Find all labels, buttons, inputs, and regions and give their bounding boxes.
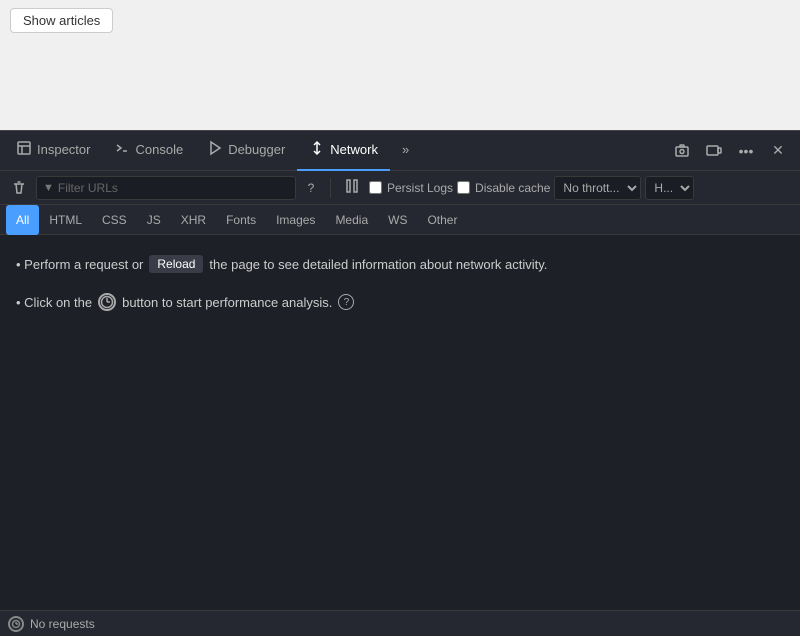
more-options-button[interactable]: ••• (732, 137, 760, 165)
filter-tab-images-label: Images (276, 213, 315, 227)
disable-cache-checkbox[interactable] (457, 181, 470, 194)
reload-button[interactable]: Reload (149, 255, 203, 273)
info-line-2-prefix: • Click on the (16, 295, 92, 310)
status-text: No requests (30, 617, 95, 631)
tab-debugger[interactable]: Debugger (195, 131, 297, 171)
close-icon: ✕ (772, 142, 784, 159)
responsive-button[interactable] (700, 137, 728, 165)
tab-more[interactable]: » (390, 131, 421, 171)
pause-recording-button[interactable] (339, 177, 365, 198)
info-line-1-suffix: the page to see detailed information abo… (209, 257, 547, 272)
tab-console[interactable]: Console (102, 131, 195, 171)
filter-tab-images[interactable]: Images (266, 205, 325, 235)
disable-cache-text: Disable cache (475, 181, 550, 195)
filter-tab-ws-label: WS (388, 213, 407, 227)
persist-logs-text: Persist Logs (387, 181, 453, 195)
network-main-content: • Perform a request or Reload the page t… (0, 235, 800, 610)
info-line-1-prefix: • Perform a request or (16, 257, 143, 272)
filter-tab-fonts-label: Fonts (226, 213, 256, 227)
network-toolbar: ▼ ? Persist Logs Disable cache No thrott… (0, 171, 800, 205)
devtools-panel: Inspector Console Deb (0, 130, 800, 636)
tab-inspector-label: Inspector (37, 142, 90, 157)
devtools-tab-bar: Inspector Console Deb (0, 131, 800, 171)
filter-url-input[interactable] (58, 181, 289, 195)
inspector-icon (16, 140, 32, 159)
show-articles-button[interactable]: Show articles (10, 8, 113, 33)
filter-help-button[interactable]: ? (300, 177, 322, 199)
status-icon (8, 616, 24, 632)
filter-tab-media-label: Media (335, 213, 368, 227)
close-devtools-button[interactable]: ✕ (764, 137, 792, 165)
tab-network-label: Network (330, 142, 378, 157)
info-line-2: • Click on the button to start performan… (16, 293, 784, 311)
filter-tab-css[interactable]: CSS (92, 205, 137, 235)
tab-console-label: Console (135, 142, 183, 157)
info-line-2-suffix: button to start performance analysis. (122, 295, 332, 310)
performance-help-icon[interactable]: ? (338, 294, 354, 310)
persist-logs-label[interactable]: Persist Logs (369, 181, 453, 195)
info-line-1: • Perform a request or Reload the page t… (16, 255, 784, 273)
ellipsis-icon: ••• (739, 143, 754, 159)
filter-tab-xhr[interactable]: XHR (171, 205, 216, 235)
debugger-icon (207, 140, 223, 159)
filter-tab-fonts[interactable]: Fonts (216, 205, 266, 235)
network-icon (309, 140, 325, 159)
filter-tab-all[interactable]: All (6, 205, 39, 235)
filter-tab-html[interactable]: HTML (39, 205, 92, 235)
filter-tab-other-label: Other (427, 213, 457, 227)
tab-bar-actions: ••• ✕ (668, 137, 796, 165)
browser-top: Show articles (0, 0, 800, 130)
persist-logs-checkbox[interactable] (369, 181, 382, 194)
console-icon (114, 140, 130, 159)
filter-url-wrapper: ▼ (36, 176, 296, 200)
filter-tab-all-label: All (16, 213, 29, 227)
disable-cache-label[interactable]: Disable cache (457, 181, 550, 195)
filter-tab-media[interactable]: Media (325, 205, 378, 235)
filter-tab-xhr-label: XHR (181, 213, 206, 227)
filter-tab-js[interactable]: JS (137, 205, 171, 235)
devtools-tabs: Inspector Console Deb (4, 131, 668, 171)
status-bar: No requests (0, 610, 800, 636)
tab-inspector[interactable]: Inspector (4, 131, 102, 171)
filter-icon: ▼ (43, 182, 54, 194)
clear-button[interactable] (6, 175, 32, 201)
performance-analysis-icon (98, 293, 116, 311)
toolbar-divider (330, 178, 331, 198)
filter-tab-other[interactable]: Other (417, 205, 467, 235)
throttle-select[interactable]: No thrott... (554, 176, 641, 200)
more-tabs-label: » (402, 142, 409, 157)
filter-tab-css-label: CSS (102, 213, 127, 227)
tab-debugger-label: Debugger (228, 142, 285, 157)
filter-tab-js-label: JS (147, 213, 161, 227)
screenshot-button[interactable] (668, 137, 696, 165)
filter-tab-html-label: HTML (49, 213, 82, 227)
h-select[interactable]: H... (645, 176, 694, 200)
tab-network[interactable]: Network (297, 131, 390, 171)
filter-tab-ws[interactable]: WS (378, 205, 417, 235)
filter-type-tabs: All HTML CSS JS XHR Fonts Images Media W… (0, 205, 800, 235)
